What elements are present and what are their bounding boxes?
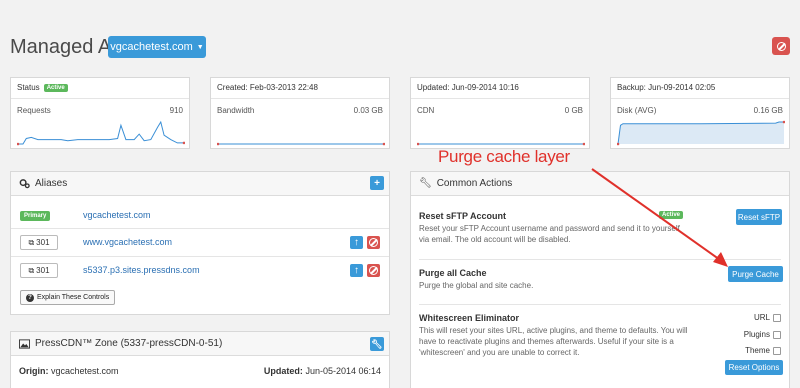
arrowhead [713,252,728,267]
annotation-arrow [591,168,728,267]
